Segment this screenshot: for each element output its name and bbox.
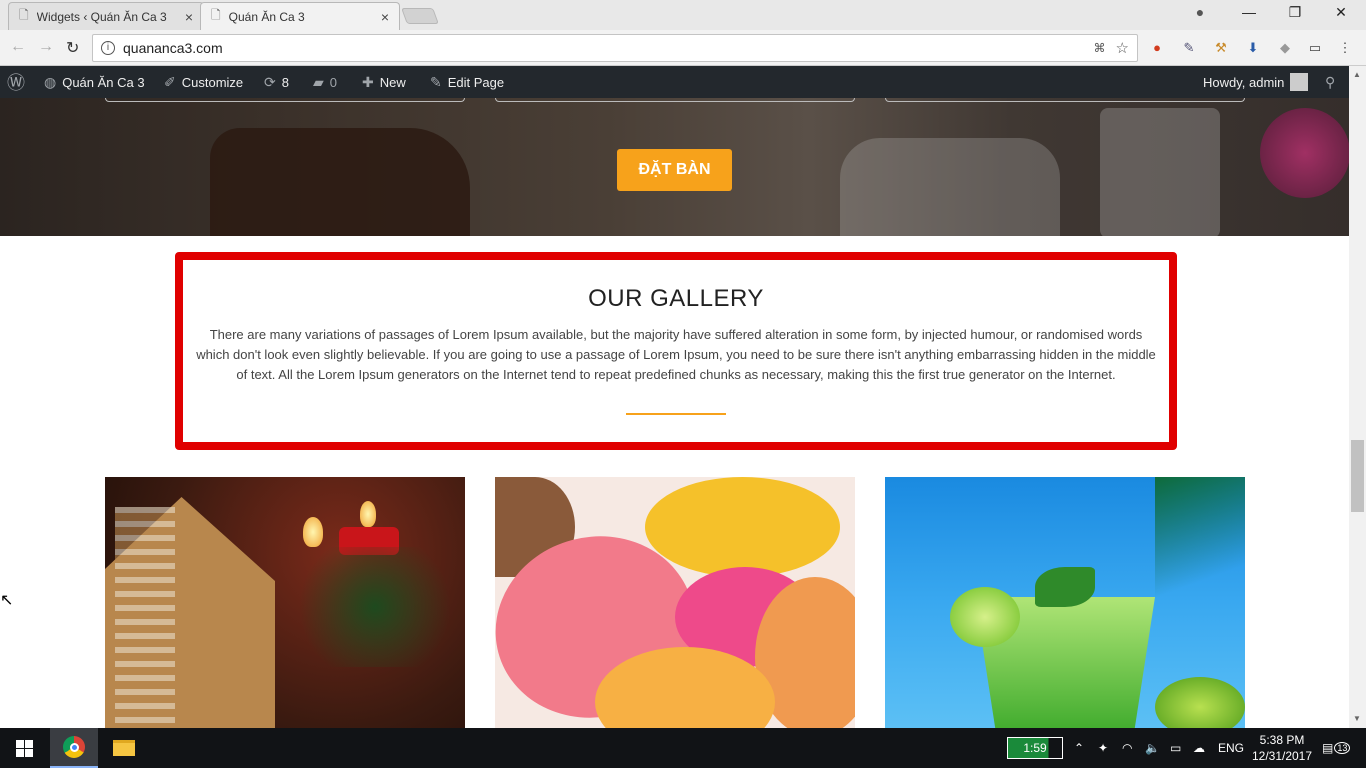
scroll-up-icon[interactable]: ▲ (1353, 70, 1361, 79)
comment-icon: ▰ (313, 73, 324, 90)
cloud-upload-icon[interactable]: ☁ (1193, 728, 1205, 768)
gallery-intro-box: OUR GALLERY There are many variations of… (175, 252, 1177, 450)
close-window-button[interactable]: ✕ (1321, 4, 1361, 21)
page-icon: 🗋 (19, 8, 29, 22)
page-scrollbar[interactable]: ▲ ▼ (1349, 66, 1366, 728)
windows-taskbar: 1:59 ⌃ ✦ ◠ 🔈 ▭ ☁ ENG 5:38 PM 12/31/2017 … (0, 728, 1366, 768)
flower-image-area (1260, 108, 1349, 198)
avatar (1290, 73, 1309, 91)
updates-icon: ⟳ (264, 73, 276, 90)
new-tab-button[interactable] (401, 8, 439, 24)
tab-title: Widgets ‹ Quán Ăn Ca 3 (36, 9, 167, 24)
book-table-button[interactable]: ĐẶT BÀN (617, 149, 732, 191)
new-content-link[interactable]: ✚ New (362, 66, 406, 98)
extension-eyedropper-icon[interactable]: ✎ (1180, 39, 1198, 57)
battery-icon[interactable]: ▭ (1170, 728, 1181, 768)
page-icon: 🗋 (211, 8, 221, 22)
volume-icon[interactable]: 🔈 (1145, 728, 1160, 768)
extension-red-icon[interactable]: ● (1148, 39, 1166, 57)
battery-timer[interactable]: 1:59 (1007, 728, 1063, 768)
wp-admin-bar: Ⓦ ◍ Quán Ăn Ca 3 ✐ Customize ⟳ 8 ▰ 0 ✚ New ✎ E… (0, 66, 1349, 98)
taskbar-chrome[interactable] (50, 728, 98, 768)
taskbar-file-explorer[interactable] (100, 728, 148, 768)
booking-hero-section: ĐẶT BÀN (0, 98, 1349, 236)
restore-button[interactable]: ❐ (1275, 4, 1315, 21)
search-icon[interactable]: ⚲ (1325, 66, 1341, 98)
comments-link[interactable]: ▰ 0 (313, 66, 337, 98)
dropbox-icon[interactable]: ✦ (1098, 728, 1108, 768)
reload-icon[interactable]: ↻ (66, 38, 79, 58)
plus-icon: ✚ (362, 73, 374, 90)
folder-icon (113, 740, 135, 756)
scroll-down-icon[interactable]: ▼ (1353, 714, 1361, 723)
tab-quan-an-ca-3[interactable]: 🗋 Quán Ăn Ca 3 × (200, 2, 400, 30)
windows-logo-icon (15, 739, 33, 757)
customize-link[interactable]: ✐ Customize (164, 66, 243, 98)
minimize-button[interactable]: — (1229, 4, 1269, 20)
url-text: quananca3.com (123, 40, 223, 56)
browser-toolbar: ← → ↻ i quananca3.com ⌘ ☆ ● ✎ ⚒ ⬇ ◆ ▭ ⋮ (0, 30, 1366, 66)
wordpress-logo-icon[interactable]: Ⓦ (7, 66, 31, 98)
translate-icon[interactable]: ⌘ (1094, 41, 1106, 55)
menu-icon[interactable]: ⋮ (1336, 39, 1354, 57)
chair-image-area (210, 128, 470, 236)
extension-download-icon[interactable]: ⬇ (1244, 39, 1262, 57)
tab-title: Quán Ăn Ca 3 (228, 9, 305, 24)
brush-icon: ✐ (164, 73, 176, 90)
tab-close-icon[interactable]: × (381, 9, 389, 25)
tab-close-icon[interactable]: × (185, 9, 193, 25)
start-button[interactable] (0, 728, 48, 768)
gallery-image-macarons[interactable] (495, 477, 855, 728)
pencil-icon: ✎ (430, 73, 442, 90)
bookmark-star-icon[interactable]: ☆ (1116, 39, 1129, 57)
tab-widgets[interactable]: 🗋 Widgets ‹ Quán Ăn Ca 3 × (8, 2, 204, 30)
action-center-icon[interactable]: ▤ 13 (1322, 728, 1351, 768)
extension-tool-icon[interactable]: ⚒ (1212, 39, 1230, 57)
forward-icon[interactable]: → (38, 38, 54, 56)
profile-icon[interactable]: ● (1180, 4, 1220, 20)
show-hidden-icons-icon[interactable]: ⌃ (1074, 728, 1084, 768)
table-image-area (840, 138, 1060, 236)
language-indicator[interactable]: ENG (1218, 728, 1244, 768)
scrollbar-thumb[interactable] (1351, 440, 1364, 512)
gallery-title: OUR GALLERY (588, 285, 764, 312)
extension-cast-icon[interactable]: ▭ (1306, 39, 1324, 57)
chrome-icon (63, 736, 85, 758)
updates-link[interactable]: ⟳ 8 (264, 66, 289, 98)
wifi-icon[interactable]: ◠ (1122, 728, 1132, 768)
account-menu[interactable]: Howdy, admin (1203, 66, 1309, 98)
glass-image-area (1100, 108, 1220, 236)
title-underline (626, 413, 726, 415)
info-icon[interactable]: i (101, 41, 115, 55)
dashboard-icon: ◍ (44, 73, 57, 90)
gallery-image-mojito[interactable] (885, 477, 1245, 728)
booking-field-1[interactable] (105, 98, 465, 102)
edit-page-link[interactable]: ✎ Edit Page (430, 66, 504, 98)
site-name-link[interactable]: ◍ Quán Ăn Ca 3 (44, 66, 145, 98)
booking-field-3[interactable] (885, 98, 1245, 102)
address-bar[interactable]: i quananca3.com ⌘ ☆ (92, 34, 1138, 62)
mouse-cursor-icon: ↖ (0, 592, 14, 609)
browser-tab-strip: 🗋 Widgets ‹ Quán Ăn Ca 3 × 🗋 Quán Ăn Ca … (0, 0, 1366, 30)
clock[interactable]: 5:38 PM 12/31/2017 (1250, 728, 1314, 768)
gallery-description: There are many variations of passages of… (196, 327, 1156, 382)
extension-gray-icon[interactable]: ◆ (1276, 39, 1294, 57)
booking-field-2[interactable] (495, 98, 855, 102)
back-icon[interactable]: ← (10, 38, 26, 56)
gallery-image-gingerbread[interactable] (105, 477, 465, 728)
